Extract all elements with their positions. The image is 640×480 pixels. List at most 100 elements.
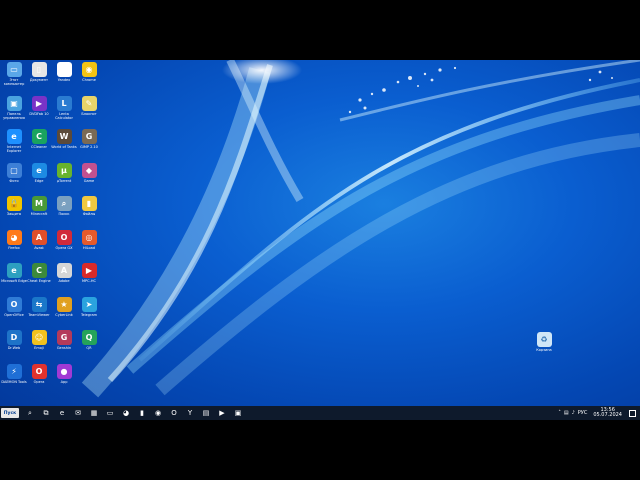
desktop-shortcut[interactable]: M Minecraft xyxy=(27,196,51,226)
desktop-shortcut-label: Фото xyxy=(9,178,19,183)
hiload-icon: ◎ xyxy=(81,229,97,245)
панель-управления-icon: ▣ xyxy=(6,95,22,111)
system-tray: ˄ ▤ ♪ РУС 13:56 05.07.2024 xyxy=(558,406,636,420)
start-button[interactable]: Пуск xyxy=(1,408,19,418)
desktop-shortcut-label: HiLoad xyxy=(82,245,95,250)
desktop-shortcut[interactable]: ◉ Chrome xyxy=(77,62,101,92)
notification-icon[interactable] xyxy=(629,409,636,417)
volume-icon[interactable]: ♪ xyxy=(572,410,575,416)
media-taskbar-icon[interactable]: ▶ xyxy=(217,408,227,418)
desktop-shortcut[interactable]: ⇆ TeamViewer xyxy=(27,296,51,327)
desktop-shortcut-label: Документ xyxy=(29,78,49,82)
desktop-shortcut[interactable]: ▢ Фото xyxy=(2,162,26,193)
telegram-icon: ➤ xyxy=(81,296,97,312)
desktop-shortcut[interactable]: ◎ HiLoad xyxy=(77,229,101,260)
desktop-shortcut[interactable]: Q QR xyxy=(77,330,101,360)
desktop-shortcut[interactable]: W World of Tanks xyxy=(51,129,77,159)
yandex-taskbar-icon[interactable]: Y xyxy=(185,408,195,418)
chrome-taskbar-icon[interactable]: ◉ xyxy=(153,408,163,418)
desktop-shortcut[interactable]: ▶ MPC-HC xyxy=(77,263,101,293)
desktop-shortcut-label: Telegram xyxy=(80,312,98,317)
internet-explorer-icon: e xyxy=(6,129,22,144)
desktop-shortcut[interactable]: ☺ Emoji xyxy=(27,330,51,360)
desktop-shortcut[interactable]: ● App xyxy=(52,363,76,394)
network-icon[interactable]: ▤ xyxy=(564,410,569,416)
защита-icon: 🔒 xyxy=(6,196,22,211)
edge-taskbar-icon[interactable]: e xyxy=(57,408,67,418)
desktop-shortcut-label: Edge xyxy=(34,178,44,183)
desktop-shortcut[interactable]: e Internet Explorer xyxy=(2,129,26,159)
notepad-icon: ✎ xyxy=(81,95,97,111)
desktop-shortcut[interactable]: Y Yandex xyxy=(52,62,76,92)
app-icon: ● xyxy=(56,363,72,379)
desktop-shortcut[interactable]: ★ CyberLink xyxy=(52,296,76,327)
adobe-icon: A xyxy=(56,263,72,278)
desktop-shortcut-label: µTorrent xyxy=(56,178,72,183)
desktop-shortcut[interactable]: C CCleaner xyxy=(27,129,51,159)
desktop-shortcut-label: Dr.Web xyxy=(7,346,21,350)
desktop-shortcut-label: Minecraft xyxy=(30,212,48,216)
desktop-shortcut[interactable]: ◕ Firefox xyxy=(2,229,26,260)
desktop-shortcut-label: Поиск xyxy=(58,212,70,216)
desktop-shortcut-label: Chrome xyxy=(82,78,96,82)
desktop-shortcut[interactable]: D Dr.Web xyxy=(2,330,26,360)
app-taskbar-icon[interactable]: ▣ xyxy=(233,408,243,418)
desktop-shortcut[interactable]: 🔒 Защита xyxy=(2,196,26,226)
desktop-shortcut[interactable]: ✎ Блокнот xyxy=(77,95,101,126)
desktop-shortcut[interactable]: ▣ Панель управления xyxy=(2,95,26,126)
desktop-shortcut[interactable]: ▯ Документ xyxy=(27,62,51,92)
daemon-icon: ⚡ xyxy=(6,363,22,379)
chrome-icon: ◉ xyxy=(81,62,97,77)
desktop-shortcut[interactable]: A Adobe xyxy=(52,263,76,293)
mail-taskbar-icon[interactable]: ✉ xyxy=(73,408,83,418)
desktop-shortcut[interactable]: ◆ Game xyxy=(77,162,101,193)
desktop-shortcut[interactable]: G GIMP 2.10 xyxy=(77,129,101,159)
search-taskbar-icon[interactable]: ⌕ xyxy=(25,408,35,418)
edge-icon: e xyxy=(31,162,47,178)
chevron-up-icon[interactable]: ˄ xyxy=(558,410,561,416)
desktop-shortcut[interactable]: ⚡ DAEMON Tools xyxy=(1,363,27,394)
desktop-shortcut[interactable]: O Opera GX xyxy=(52,229,76,260)
desktop-shortcut-label: TeamViewer xyxy=(28,312,50,317)
taskbar: Пуск ⌕ ⧉ e ✉ ▦ ▭ ◕ ▮ ◉ O Y ▤ ▶ ▣ ˄ ▤ ♪ РУС 13:56 05.0… xyxy=(0,406,640,420)
explorer-taskbar-icon[interactable]: ▭ xyxy=(105,408,115,418)
desktop-shortcut[interactable]: ➤ Telegram xyxy=(77,296,101,327)
desktop-shortcut-label: DVDFab 10 xyxy=(29,111,49,116)
desktop-shortcut[interactable]: ▮ Файлы xyxy=(77,196,101,226)
desktop-shortcut[interactable]: e Microsoft Edge xyxy=(1,263,27,293)
desktop-shortcut-label: Microsoft Edge xyxy=(1,279,27,283)
store-taskbar-icon[interactable]: ▦ xyxy=(89,408,99,418)
firefox-taskbar-icon[interactable]: ◕ xyxy=(121,408,131,418)
unreal-icon: ◆ xyxy=(81,162,97,178)
folder-taskbar-icon[interactable]: ▮ xyxy=(137,408,147,418)
desktop-shortcut[interactable]: C Cheat Engine xyxy=(27,263,51,293)
minecraft-icon: M xyxy=(31,196,47,211)
emoji-icon: ☺ xyxy=(31,330,47,345)
desktop-shortcut-label: Файлы xyxy=(82,212,96,216)
document-taskbar-icon[interactable]: ▤ xyxy=(201,408,211,418)
desktop-shortcut[interactable]: e Edge xyxy=(27,162,51,193)
gimp-icon: G xyxy=(81,129,97,144)
genshin-icon: G xyxy=(56,330,72,345)
desktop-shortcut[interactable]: µ µTorrent xyxy=(52,162,76,193)
документ-icon: ▯ xyxy=(31,62,47,77)
desktop-shortcut[interactable]: ⌕ Поиск xyxy=(52,196,76,226)
clock[interactable]: 13:56 05.07.2024 xyxy=(593,408,622,418)
desktop-screen: ▭ Этот компьютер ▯ Документ Y Yandex ◉ Chrome ▣ П… xyxy=(0,60,640,420)
desktop-shortcut[interactable]: ▭ Этот компьютер xyxy=(2,62,26,92)
desktop-shortcut[interactable]: O Opera xyxy=(27,363,51,394)
firefox-icon: ◕ xyxy=(6,229,22,245)
desktop-shortcut[interactable]: L Lenta Calculator xyxy=(52,95,76,126)
desktop-shortcut[interactable]: O OpenOffice xyxy=(2,296,26,327)
desktop-shortcut-label: DAEMON Tools xyxy=(1,379,27,384)
opera-taskbar-icon[interactable]: O xyxy=(169,408,179,418)
recycle-bin[interactable]: ♻ Корзина xyxy=(532,332,556,362)
desktop-shortcut[interactable]: A Avast xyxy=(27,229,51,260)
openoffice-icon: O xyxy=(6,296,22,312)
task-view-icon[interactable]: ⧉ xyxy=(41,408,51,418)
language-indicator[interactable]: РУС xyxy=(578,410,588,416)
desktop-shortcut-label: MPC-HC xyxy=(82,279,96,283)
cyberlink-icon: ★ xyxy=(56,296,72,312)
desktop-shortcut[interactable]: G Genshin xyxy=(52,330,76,360)
desktop-shortcut[interactable]: ▶ DVDFab 10 xyxy=(27,95,51,126)
